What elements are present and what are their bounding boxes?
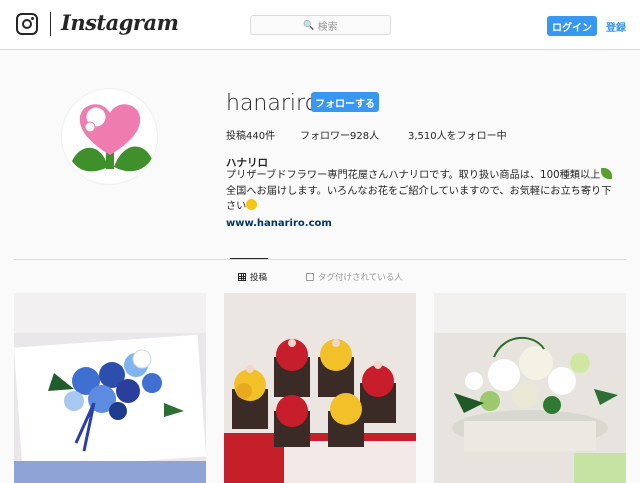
instagram-camera-icon[interactable] (16, 13, 38, 35)
bio-line-3: さい (226, 201, 247, 212)
login-button[interactable]: ログイン (547, 16, 597, 36)
grid-icon (238, 273, 246, 281)
tag-icon (306, 273, 314, 281)
bio-line-2: 全国へお届けします。いろんなお花をご紹介していますので、お気軽にお立ち寄り下 (226, 185, 612, 197)
tab-tagged[interactable]: タグ付けされている人 (306, 271, 403, 283)
post-thumbnail-1[interactable] (14, 293, 206, 483)
blue-rose-frame-photo-icon (14, 293, 206, 483)
followers-count[interactable]: フォロワー928人 (300, 127, 379, 142)
profile-username: hanariro (226, 91, 319, 116)
smile-emoji-icon (246, 199, 258, 210)
top-navigation-bar: Instagram 🔍 検索 ログイン 登録 (0, 0, 640, 50)
instagram-wordmark[interactable]: Instagram (61, 10, 179, 35)
red-yellow-rose-pots-photo-icon (224, 293, 416, 483)
tab-tagged-label: タグ付けされている人 (318, 273, 403, 283)
post-thumbnail-2[interactable] (224, 293, 416, 483)
white-green-flower-basket-photo-icon (434, 293, 626, 483)
profile-website-link[interactable]: www.hanariro.com (226, 218, 332, 229)
signup-link[interactable]: 登録 (606, 19, 626, 34)
profile-bio: プリザーブドフラワー専門花屋さんハナリロです。取り扱い商品は、100種類以上 全… (226, 168, 626, 215)
tab-posts-label: 投稿 (250, 273, 268, 283)
follow-button[interactable]: フォローする (311, 92, 379, 112)
search-icon: 🔍 (303, 19, 315, 30)
bio-line-1: プリザーブドフラワー専門花屋さんハナリロです。取り扱い商品は、100種類以上 (226, 170, 601, 181)
active-tab-indicator (230, 258, 268, 259)
header-divider (50, 12, 51, 36)
search-placeholder: 検索 (317, 21, 338, 33)
profile-avatar[interactable] (61, 88, 158, 185)
search-input[interactable]: 🔍 検索 (250, 15, 391, 35)
tab-posts[interactable]: 投稿 (238, 271, 267, 283)
leaf-emoji-icon (601, 168, 613, 179)
heart-tulip-logo-icon (72, 104, 152, 172)
posts-count: 投稿440件 (226, 131, 276, 142)
tabs-divider (14, 259, 626, 260)
post-thumbnail-3[interactable] (434, 293, 626, 483)
following-count[interactable]: 3,510人をフォロー中 (408, 127, 507, 142)
